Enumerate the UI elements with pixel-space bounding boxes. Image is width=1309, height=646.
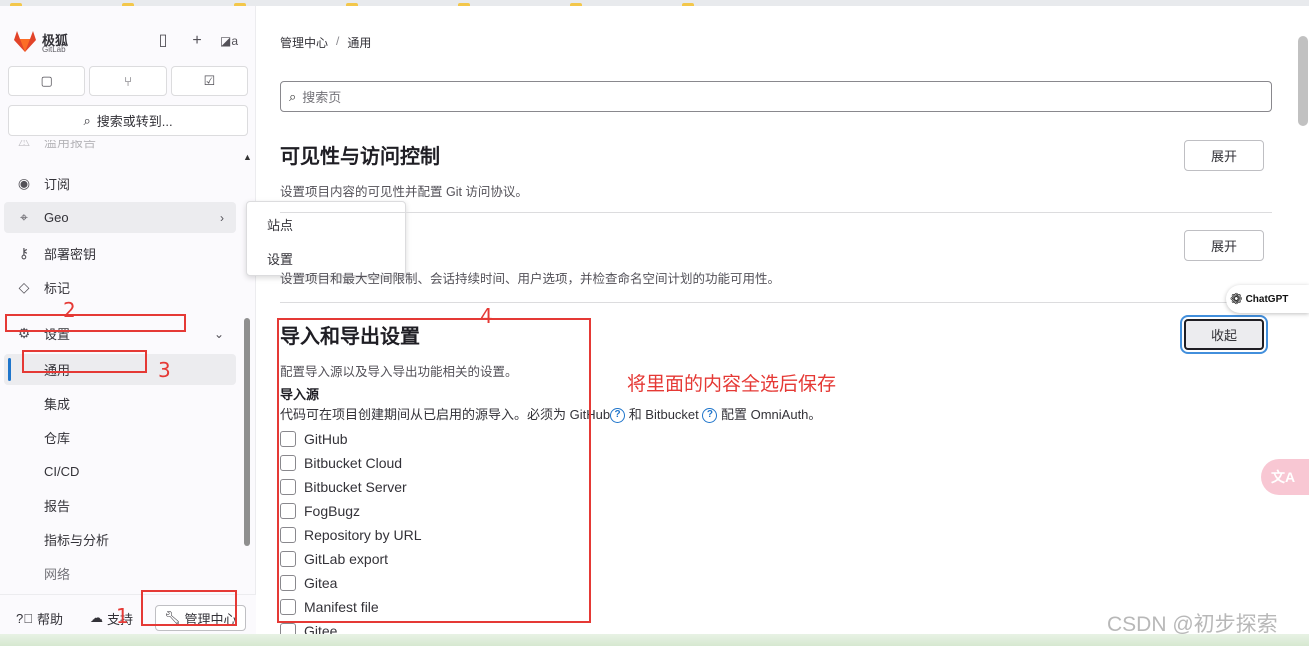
divider [280, 302, 1272, 303]
sidebar-item-geo[interactable]: ⌖ Geo › [4, 202, 236, 233]
translate-extension-button[interactable]: 文A [1261, 459, 1309, 495]
sidebar-header: 极狐 GitLab ▯ + ◪a [12, 28, 248, 56]
breadcrumb-separator: / [336, 34, 340, 48]
translate-icon: 文A [1271, 469, 1296, 485]
annotation-note: 将里面的内容全选后保存 [627, 374, 837, 395]
help-label: 帮助 [36, 611, 63, 627]
sidebar-subitem-cicd[interactable]: CI/CD [4, 456, 236, 487]
help-text: 配置 OmniAuth。 [717, 407, 822, 422]
sidebar-item-abuse-reports[interactable]: ⚠ 滥用报告 [4, 140, 236, 157]
location-icon: ◉ [17, 175, 31, 191]
sidebar-subitem-label: CI/CD [44, 464, 80, 479]
sidebar-subitem-reports[interactable]: 报告 [4, 490, 236, 521]
avatar[interactable]: ◪a [220, 32, 238, 50]
issues-icon[interactable]: ▢ [8, 66, 86, 96]
annotation-box-4 [277, 318, 591, 623]
sidebar-subitem-label: 指标与分析 [44, 533, 110, 548]
chevron-right-icon: › [220, 210, 224, 225]
settings-search-input[interactable]: ⌕ 搜索页 [280, 81, 1272, 112]
sidebar-item-deploy-keys[interactable]: ⚷ 部署密钥 [4, 238, 236, 269]
merge-requests-icon[interactable]: ⑂ [89, 66, 167, 96]
section-description: 设置项目内容的可见性并配置 Git 访问协议。 [280, 185, 528, 199]
sidebar-subitem-repository[interactable]: 仓库 [4, 422, 236, 453]
sidebar-subitem-label: 网络 [44, 567, 71, 582]
search-icon: ⌕ [83, 112, 91, 128]
help-button[interactable]: ?⃝ 帮助 [16, 605, 63, 631]
sidebar-search-label: 搜索或转到... [96, 114, 173, 129]
sidebar-subitem-label: 报告 [44, 499, 71, 514]
chatgpt-label: ChatGPT [1245, 293, 1289, 305]
breadcrumb-admin[interactable]: 管理中心 [280, 34, 328, 51]
todo-icon[interactable]: ☑ [170, 66, 248, 96]
sidebar-item-subscription[interactable]: ◉ 订阅 [4, 168, 236, 199]
chevron-down-icon: ⌄ [213, 326, 224, 341]
divider [280, 212, 1272, 213]
sidebar-item-label: 标记 [44, 281, 71, 296]
visibility-section: 可见性与访问控制 设置项目内容的可见性并配置 Git 访问协议。 [280, 140, 1272, 200]
label-icon: ◇ [18, 279, 30, 295]
search-icon: ⌕ [289, 88, 297, 104]
chatgpt-logo-icon: ❁ [1230, 291, 1243, 308]
annotation-number-1: 1 [116, 604, 129, 628]
sidebar-subitem-network[interactable]: 网络 [4, 558, 236, 589]
section-title: 可见性与访问控制 [280, 146, 440, 168]
section-description: 设置项目和最大空间限制、会话持续时间、用户选项，并检查命名空间计划的功能可用性。 [280, 272, 781, 286]
sidebar-item-label: 订阅 [44, 177, 71, 192]
chatgpt-extension-button[interactable]: ❁ ChatGPT [1226, 285, 1309, 313]
collapse-button[interactable]: 收起 [1184, 319, 1264, 350]
wechat-icon: ☁ [90, 610, 103, 625]
sidebar-subitem-label: 集成 [44, 397, 71, 412]
question-icon: ?⃝ [16, 610, 33, 626]
scroll-up-arrow-icon[interactable]: ▲ [243, 152, 252, 162]
sidebar-item-labels[interactable]: ◇ 标记 [4, 272, 236, 303]
expand-button[interactable]: 展开 [1184, 230, 1264, 261]
sidebar-quick-actions: ▢ ⑂ ☑ [8, 66, 248, 96]
bitbucket-help-icon[interactable]: ? [702, 408, 718, 424]
plus-icon[interactable]: + [188, 32, 206, 50]
page-scrollbar[interactable] [1298, 36, 1308, 126]
pin-icon: ⌖ [20, 209, 28, 225]
brand-sub: GitLab [42, 45, 66, 54]
expand-button[interactable]: 展开 [1184, 140, 1264, 171]
sidebar-item-label: 滥用报告 [44, 140, 97, 150]
sidebar-subitem-label: 仓库 [44, 431, 71, 446]
gitlab-logo-icon[interactable] [12, 28, 38, 54]
github-help-icon[interactable]: ? [610, 408, 626, 424]
sidebar-item-label: Geo [44, 210, 69, 225]
annotation-number-4: 4 [480, 304, 493, 328]
sidebar-subitem-metrics[interactable]: 指标与分析 [4, 524, 236, 555]
key-icon: ⚷ [18, 245, 30, 261]
sidebar-scrollbar[interactable] [244, 318, 250, 546]
annotation-number-3: 3 [158, 358, 171, 382]
toggle-sidebar-icon[interactable]: ▯ [154, 32, 172, 50]
breadcrumb: 管理中心 / 通用 [280, 34, 371, 51]
annotation-box-2 [5, 314, 186, 332]
breadcrumb-general[interactable]: 通用 [347, 34, 371, 51]
watermark: CSDN @初步探索 [1107, 613, 1278, 636]
annotation-box-1 [141, 590, 237, 626]
sidebar-search-button[interactable]: ⌕ 搜索或转到... [8, 105, 248, 136]
warning-icon: ⚠ [17, 140, 31, 149]
sidebar-item-label: 部署密钥 [44, 247, 97, 262]
search-placeholder: 搜索页 [302, 90, 342, 105]
annotation-box-3 [22, 350, 147, 373]
sidebar-subitem-integrations[interactable]: 集成 [4, 388, 236, 419]
help-text: 和 Bitbucket [625, 407, 703, 422]
annotation-number-2: 2 [63, 298, 76, 322]
